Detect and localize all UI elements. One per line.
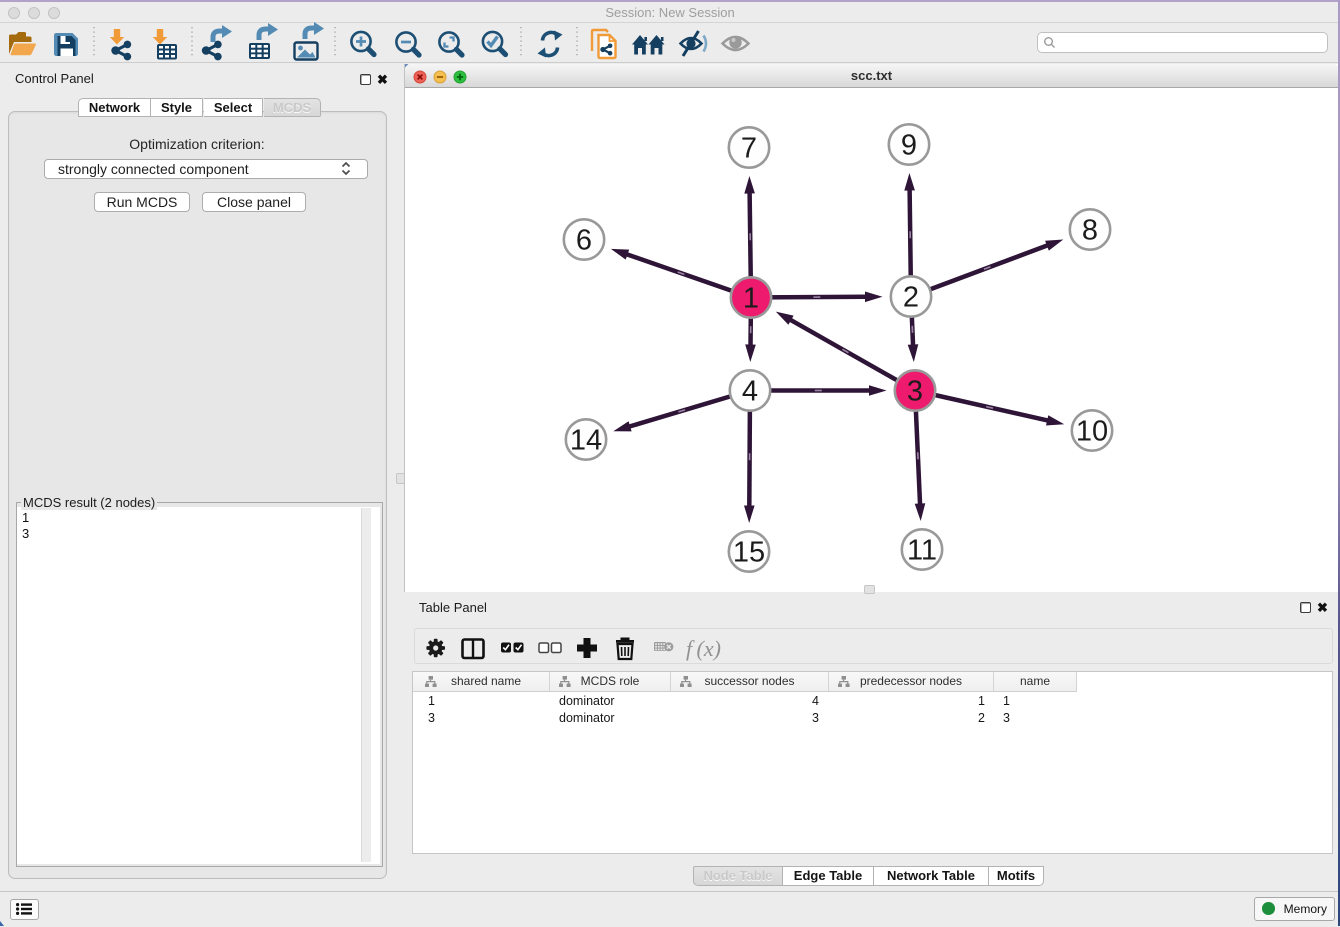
svg-text:15: 15 xyxy=(733,536,765,568)
svg-text:6: 6 xyxy=(576,224,592,256)
svg-text:14: 14 xyxy=(570,424,602,456)
svg-text:7: 7 xyxy=(741,132,757,164)
svg-text:9: 9 xyxy=(901,129,917,161)
svg-text:10: 10 xyxy=(1076,415,1108,447)
svg-text:4: 4 xyxy=(742,375,758,407)
svg-text:8: 8 xyxy=(1082,214,1098,246)
svg-text:3: 3 xyxy=(907,375,923,407)
svg-text:f (x): f (x) xyxy=(686,636,721,661)
svg-text:11: 11 xyxy=(907,534,937,566)
svg-text:1: 1 xyxy=(743,282,759,314)
svg-text:2: 2 xyxy=(903,281,919,313)
